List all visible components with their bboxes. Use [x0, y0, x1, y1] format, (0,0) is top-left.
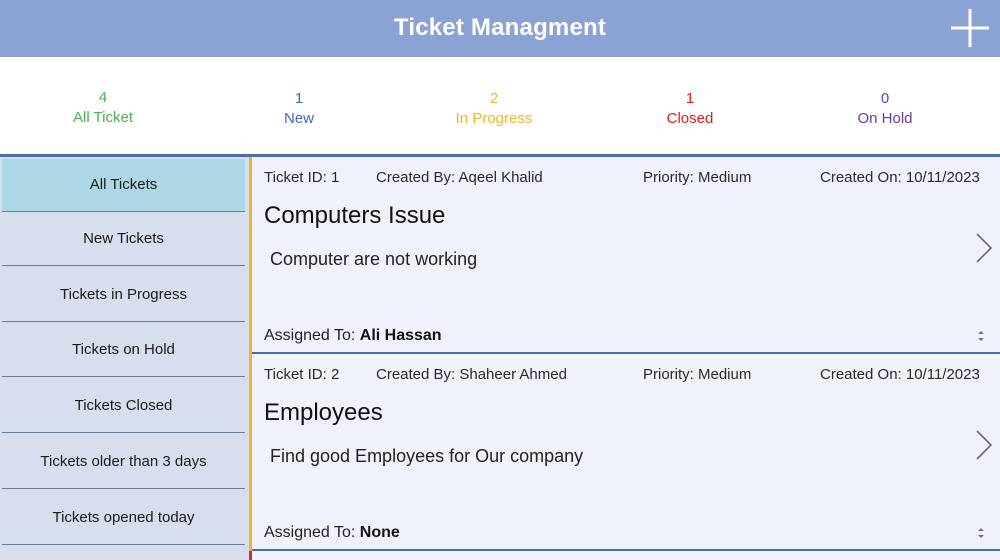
ticket-id: Ticket ID: 1: [264, 169, 340, 186]
stat-label: On Hold: [857, 110, 913, 127]
ticket-description: Find good Employees for Our company: [270, 446, 584, 466]
stat-closed[interactable]: 1 Closed: [590, 89, 790, 129]
stat-label: In Progress: [455, 110, 533, 127]
page-title: Ticket Managment: [393, 14, 607, 41]
ticket-title: Computers Issue: [264, 202, 446, 229]
plus-icon: [951, 9, 989, 47]
chevron-right-icon[interactable]: [974, 231, 994, 265]
ticket-created-on: Created On: 10/11/2023: [820, 169, 980, 186]
sidebar-item-all-tickets[interactable]: All Tickets: [2, 159, 245, 212]
ticket-created-on: Created On: 10/11/2023: [820, 366, 980, 383]
ticket-priority: Priority: Medium: [643, 366, 752, 383]
ticket-created-by: Created By: Shaheer Ahmed: [376, 366, 567, 383]
sidebar-item-tickets-on-hold[interactable]: Tickets on Hold: [2, 324, 245, 377]
chevron-right-icon[interactable]: [974, 428, 994, 462]
ticket-id: Ticket ID: 2: [264, 366, 340, 383]
stat-label: New: [283, 110, 314, 127]
stat-all-ticket[interactable]: 4 All Ticket: [3, 88, 203, 128]
ticket-card[interactable]: Ticket ID: 2 Created By: Shaheer Ahmed P…: [252, 354, 1000, 551]
stat-on-hold[interactable]: 0 On Hold: [785, 89, 985, 129]
assigned-name: None: [359, 524, 400, 541]
app-header: Ticket Managment: [0, 0, 1000, 57]
ticket-description: Computer are not working: [270, 249, 478, 269]
stat-count: 1: [685, 90, 695, 107]
assigned-label: Assigned To:: [264, 327, 360, 344]
stat-new[interactable]: 1 New: [199, 89, 399, 129]
add-ticket-button[interactable]: [946, 4, 994, 52]
stat-label: Closed: [666, 110, 714, 127]
ticket-title: Employees: [264, 399, 383, 426]
stat-count: 2: [489, 90, 499, 107]
sidebar-item-new-tickets[interactable]: New Tickets: [2, 213, 245, 266]
stat-in-progress[interactable]: 2 In Progress: [394, 89, 594, 129]
stat-label: All Ticket: [72, 109, 133, 126]
sidebar-item-tickets-older-than-3-days[interactable]: Tickets older than 3 days: [2, 436, 245, 489]
ticket-assigned: Assigned To: None: [264, 524, 400, 542]
ticket-list: Ticket ID: 1 Created By: Aqeel Khalid Pr…: [252, 157, 1000, 560]
sidebar: All Tickets New Tickets Tickets in Progr…: [0, 157, 249, 560]
ticket-card[interactable]: Ticket ID: 1 Created By: Aqeel Khalid Pr…: [252, 157, 1000, 354]
stat-count: 0: [880, 90, 890, 107]
ticket-created-by: Created By: Aqeel Khalid: [376, 169, 543, 186]
sidebar-item-tickets-opened-today[interactable]: Tickets opened today: [2, 492, 245, 545]
stat-count: 4: [98, 89, 108, 106]
ticket-priority: Priority: Medium: [643, 169, 752, 186]
ticket-assigned: Assigned To: Ali Hassan: [264, 327, 442, 345]
scroll-arrows-icon[interactable]: [976, 329, 986, 343]
stat-count: 1: [294, 90, 304, 107]
sidebar-item-tickets-in-progress[interactable]: Tickets in Progress: [2, 269, 245, 322]
assigned-name: Ali Hassan: [359, 327, 442, 344]
sidebar-item-tickets-closed[interactable]: Tickets Closed: [2, 380, 245, 433]
scroll-arrows-icon[interactable]: [976, 526, 986, 540]
assigned-label: Assigned To:: [264, 524, 360, 541]
card-separator: [252, 549, 1000, 551]
status-summary: 4 All Ticket 1 New 2 In Progress 1 Close…: [0, 57, 1000, 154]
